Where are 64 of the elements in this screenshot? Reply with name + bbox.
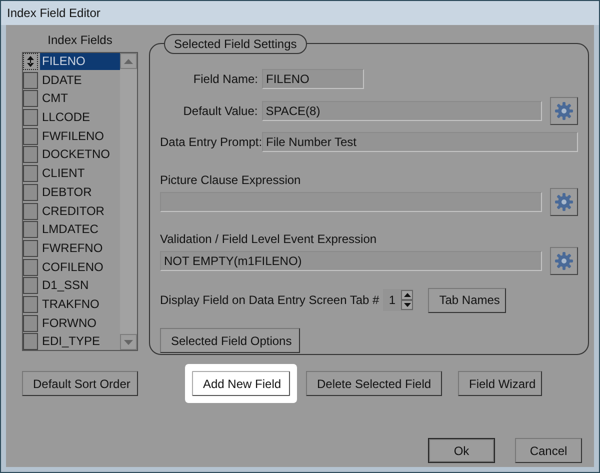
row-handle[interactable] bbox=[23, 296, 38, 313]
tab-names-button[interactable]: Tab Names bbox=[428, 288, 506, 312]
list-item[interactable]: DEBTOR bbox=[40, 184, 120, 201]
row-handle[interactable] bbox=[23, 184, 38, 201]
list-item[interactable]: EDI_TYPE bbox=[40, 333, 120, 350]
field-label: Default Value: bbox=[182, 104, 258, 118]
list-item[interactable]: COFILENO bbox=[40, 258, 120, 276]
row-handle[interactable] bbox=[23, 221, 38, 238]
row-handle[interactable] bbox=[23, 277, 38, 294]
row-handle[interactable] bbox=[23, 53, 38, 70]
row-handle[interactable] bbox=[23, 240, 38, 257]
list-item[interactable]: CREDITOR bbox=[40, 202, 120, 220]
gear-button[interactable] bbox=[550, 188, 578, 216]
row-handle[interactable] bbox=[23, 128, 38, 145]
scroll-down-icon[interactable] bbox=[120, 334, 137, 350]
scroll-up-icon[interactable] bbox=[120, 53, 137, 69]
field-label: Validation / Field Level Event Expression bbox=[160, 232, 378, 246]
field-label: Picture Clause Expression bbox=[160, 173, 302, 187]
input-field[interactable]: File Number Test bbox=[262, 132, 578, 152]
tab-spinner[interactable]: 1 bbox=[383, 289, 414, 311]
list-item[interactable]: FORWNO bbox=[40, 314, 120, 332]
scrollbar[interactable] bbox=[120, 53, 137, 350]
window-title: Index Field Editor bbox=[7, 6, 100, 20]
list-item[interactable]: FWREFNO bbox=[40, 240, 120, 257]
action-button[interactable]: Default Sort Order bbox=[22, 371, 138, 396]
row-handle[interactable] bbox=[23, 258, 38, 276]
gear-icon bbox=[554, 101, 574, 121]
dialog-button[interactable]: Cancel bbox=[515, 438, 582, 463]
row-handle[interactable] bbox=[23, 146, 38, 164]
list-item[interactable]: TRAKFNO bbox=[40, 296, 120, 313]
list-item[interactable]: CMT bbox=[40, 90, 120, 108]
row-handle[interactable] bbox=[23, 90, 38, 108]
gear-button[interactable] bbox=[550, 247, 578, 275]
list-item[interactable]: FWFILENO bbox=[40, 128, 120, 145]
list-label: Index Fields bbox=[48, 33, 112, 49]
row-handle[interactable] bbox=[23, 314, 38, 332]
action-button[interactable]: Field Wizard bbox=[458, 371, 542, 396]
action-button[interactable]: Delete Selected Field bbox=[306, 371, 442, 396]
row-handle[interactable] bbox=[23, 202, 38, 220]
list-item[interactable]: DDATE bbox=[40, 72, 120, 89]
row-handle[interactable] bbox=[23, 109, 38, 126]
group-legend: Selected Field Settings bbox=[164, 34, 307, 54]
field-label: Field Name: bbox=[192, 72, 258, 86]
list-item[interactable]: LLCODE bbox=[40, 109, 120, 126]
gear-button[interactable] bbox=[550, 97, 578, 125]
field-options-button[interactable]: Selected Field Options bbox=[160, 328, 300, 353]
row-handle[interactable] bbox=[23, 72, 38, 89]
list-item[interactable]: CLIENT bbox=[40, 165, 120, 182]
input-field[interactable]: SPACE(8) bbox=[262, 101, 542, 121]
list-item[interactable]: FILENO bbox=[40, 53, 120, 70]
input-field[interactable]: NOT EMPTY(m1FILENO) bbox=[160, 251, 542, 271]
spin-down-icon[interactable] bbox=[401, 300, 414, 310]
input-field[interactable]: FILENO bbox=[262, 69, 364, 89]
list-item[interactable]: D1_SSN bbox=[40, 277, 120, 294]
row-handle[interactable] bbox=[23, 165, 38, 182]
gear-icon bbox=[554, 192, 574, 212]
list-item[interactable]: DOCKETNO bbox=[40, 146, 120, 164]
gear-icon bbox=[554, 251, 574, 271]
list-item[interactable]: LMDATEC bbox=[40, 221, 120, 238]
dialog-button[interactable]: Ok bbox=[428, 438, 495, 463]
row-handle[interactable] bbox=[23, 333, 38, 350]
field-label: Display Field on Data Entry Screen Tab # bbox=[160, 293, 380, 307]
spin-up-icon[interactable] bbox=[401, 290, 414, 300]
input-field[interactable] bbox=[160, 192, 542, 212]
